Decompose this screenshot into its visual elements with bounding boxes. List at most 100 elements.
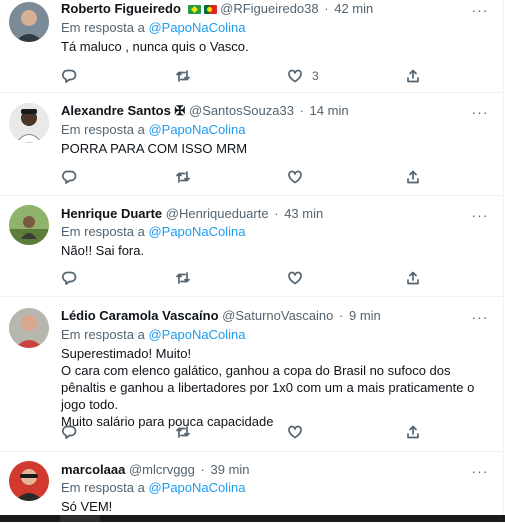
reply-context: Em resposta a @PapoNaColina bbox=[61, 327, 245, 343]
tweet-header: marcolaaa @mlcrvggg · 39 min bbox=[61, 462, 250, 478]
tweet-text: PORRA PARA COM ISSO MRM bbox=[61, 141, 248, 156]
handle[interactable]: @SaturnoVascaino bbox=[222, 308, 333, 323]
display-name[interactable]: Roberto Figueiredo bbox=[61, 1, 181, 16]
tweet[interactable]: Roberto Figueiredo @RFigueiredo38 · 42 m… bbox=[0, 0, 503, 93]
more-options-icon[interactable]: ··· bbox=[471, 208, 489, 226]
window-bottom-edge bbox=[0, 515, 505, 522]
portugal-flag-icon bbox=[203, 5, 217, 14]
display-name[interactable]: Alexandre Santos ✠ bbox=[61, 103, 185, 118]
like-button[interactable] bbox=[287, 423, 303, 441]
retweet-button[interactable] bbox=[175, 423, 191, 441]
share-icon bbox=[407, 271, 419, 285]
tweet-text-line: O cara com elenco galático, ganhou a cop… bbox=[61, 363, 475, 412]
like-icon bbox=[288, 425, 302, 439]
share-button[interactable] bbox=[405, 423, 421, 441]
like-icon bbox=[288, 271, 302, 285]
retweet-icon bbox=[176, 70, 190, 82]
reply-mention-link[interactable]: @PapoNaColina bbox=[148, 224, 245, 239]
share-icon bbox=[407, 69, 419, 83]
tweet[interactable]: Henrique Duarte @Henriqueduarte · 43 min… bbox=[0, 195, 503, 297]
retweet-button[interactable] bbox=[175, 269, 191, 287]
reply-mention-link[interactable]: @PapoNaColina bbox=[148, 20, 245, 35]
tweet-text: Tá maluco , nunca quis o Vasco. bbox=[61, 39, 249, 54]
timestamp[interactable]: 43 min bbox=[284, 206, 323, 221]
reply-context: Em resposta a @PapoNaColina bbox=[61, 224, 245, 240]
like-button[interactable] bbox=[287, 269, 303, 287]
avatar[interactable] bbox=[9, 308, 49, 348]
reply-mention-link[interactable]: @PapoNaColina bbox=[148, 122, 245, 137]
retweet-icon bbox=[176, 272, 190, 284]
handle[interactable]: @mlcrvggg bbox=[129, 462, 195, 477]
handle[interactable]: @SantosSouza33 bbox=[189, 103, 294, 118]
reply-button[interactable] bbox=[61, 423, 77, 441]
share-icon bbox=[407, 170, 419, 184]
tweet-text: Não!! Sai fora. bbox=[61, 243, 145, 258]
reply-prefix: Em resposta a bbox=[61, 122, 145, 137]
action-bar: 3 bbox=[61, 67, 431, 85]
handle[interactable]: @Henriqueduarte bbox=[166, 206, 269, 221]
like-button[interactable] bbox=[287, 168, 303, 186]
reply-button[interactable] bbox=[61, 168, 77, 186]
retweet-icon bbox=[176, 426, 190, 438]
share-button[interactable] bbox=[405, 168, 421, 186]
avatar[interactable] bbox=[9, 103, 49, 143]
reply-icon bbox=[61, 425, 77, 439]
reply-button[interactable] bbox=[61, 269, 77, 287]
more-options-icon[interactable]: ··· bbox=[471, 310, 489, 328]
action-bar bbox=[61, 423, 431, 441]
display-name[interactable]: marcolaaa bbox=[61, 462, 125, 477]
timestamp[interactable]: 9 min bbox=[349, 308, 381, 323]
tweet[interactable]: marcolaaa @mlcrvggg · 39 min ··· Em resp… bbox=[0, 451, 503, 523]
tweet[interactable]: Lédio Caramola Vascaíno @SaturnoVascaino… bbox=[0, 296, 503, 452]
timestamp[interactable]: 14 min bbox=[310, 103, 349, 118]
display-name[interactable]: Henrique Duarte bbox=[61, 206, 162, 221]
separator: · bbox=[324, 1, 329, 16]
separator: · bbox=[200, 462, 205, 477]
tweet-header: Roberto Figueiredo @RFigueiredo38 · 42 m… bbox=[61, 1, 373, 17]
tweet-header: Lédio Caramola Vascaíno @SaturnoVascaino… bbox=[61, 308, 381, 324]
reply-prefix: Em resposta a bbox=[61, 480, 145, 495]
display-name[interactable]: Lédio Caramola Vascaíno bbox=[61, 308, 219, 323]
avatar[interactable] bbox=[9, 205, 49, 245]
tweet-text-line: Superestimado! Muito! bbox=[61, 346, 192, 361]
like-button[interactable]: 3 bbox=[287, 67, 319, 85]
share-button[interactable] bbox=[405, 269, 421, 287]
reply-icon bbox=[61, 271, 77, 285]
separator: · bbox=[274, 206, 279, 221]
tweet[interactable]: Alexandre Santos ✠ @SantosSouza33 · 14 m… bbox=[0, 92, 503, 196]
reply-prefix: Em resposta a bbox=[61, 20, 145, 35]
reply-prefix: Em resposta a bbox=[61, 224, 145, 239]
tweet-header: Henrique Duarte @Henriqueduarte · 43 min bbox=[61, 206, 323, 222]
more-options-icon[interactable]: ··· bbox=[471, 105, 489, 123]
retweet-button[interactable] bbox=[175, 67, 191, 85]
reply-icon bbox=[61, 170, 77, 184]
reply-icon bbox=[61, 69, 77, 83]
avatar[interactable] bbox=[9, 2, 49, 42]
reply-mention-link[interactable]: @PapoNaColina bbox=[148, 327, 245, 342]
reply-context: Em resposta a @PapoNaColina bbox=[61, 20, 245, 36]
more-options-icon[interactable]: ··· bbox=[471, 464, 489, 482]
reply-context: Em resposta a @PapoNaColina bbox=[61, 480, 245, 496]
retweet-icon bbox=[176, 171, 190, 183]
timestamp[interactable]: 39 min bbox=[210, 462, 249, 477]
scrollbar-thumb[interactable] bbox=[60, 515, 100, 522]
tweet-header: Alexandre Santos ✠ @SantosSouza33 · 14 m… bbox=[61, 103, 349, 119]
separator: · bbox=[339, 308, 344, 323]
brazil-flag-icon bbox=[187, 5, 201, 14]
action-bar bbox=[61, 168, 431, 186]
timestamp[interactable]: 42 min bbox=[334, 1, 373, 16]
reply-mention-link[interactable]: @PapoNaColina bbox=[148, 480, 245, 495]
more-options-icon[interactable]: ··· bbox=[471, 3, 489, 21]
tweet-text: Só VEM! bbox=[61, 499, 113, 514]
reply-context: Em resposta a @PapoNaColina bbox=[61, 122, 245, 138]
separator: · bbox=[299, 103, 304, 118]
reply-feed: Roberto Figueiredo @RFigueiredo38 · 42 m… bbox=[0, 0, 504, 522]
handle[interactable]: @RFigueiredo38 bbox=[220, 1, 318, 16]
avatar[interactable] bbox=[9, 461, 49, 501]
share-button[interactable] bbox=[405, 67, 421, 85]
retweet-button[interactable] bbox=[175, 168, 191, 186]
tweet-text: Superestimado! Muito! O cara com elenco … bbox=[61, 345, 493, 430]
like-icon bbox=[288, 170, 302, 184]
reply-button[interactable] bbox=[61, 67, 77, 85]
reply-prefix: Em resposta a bbox=[61, 327, 145, 342]
